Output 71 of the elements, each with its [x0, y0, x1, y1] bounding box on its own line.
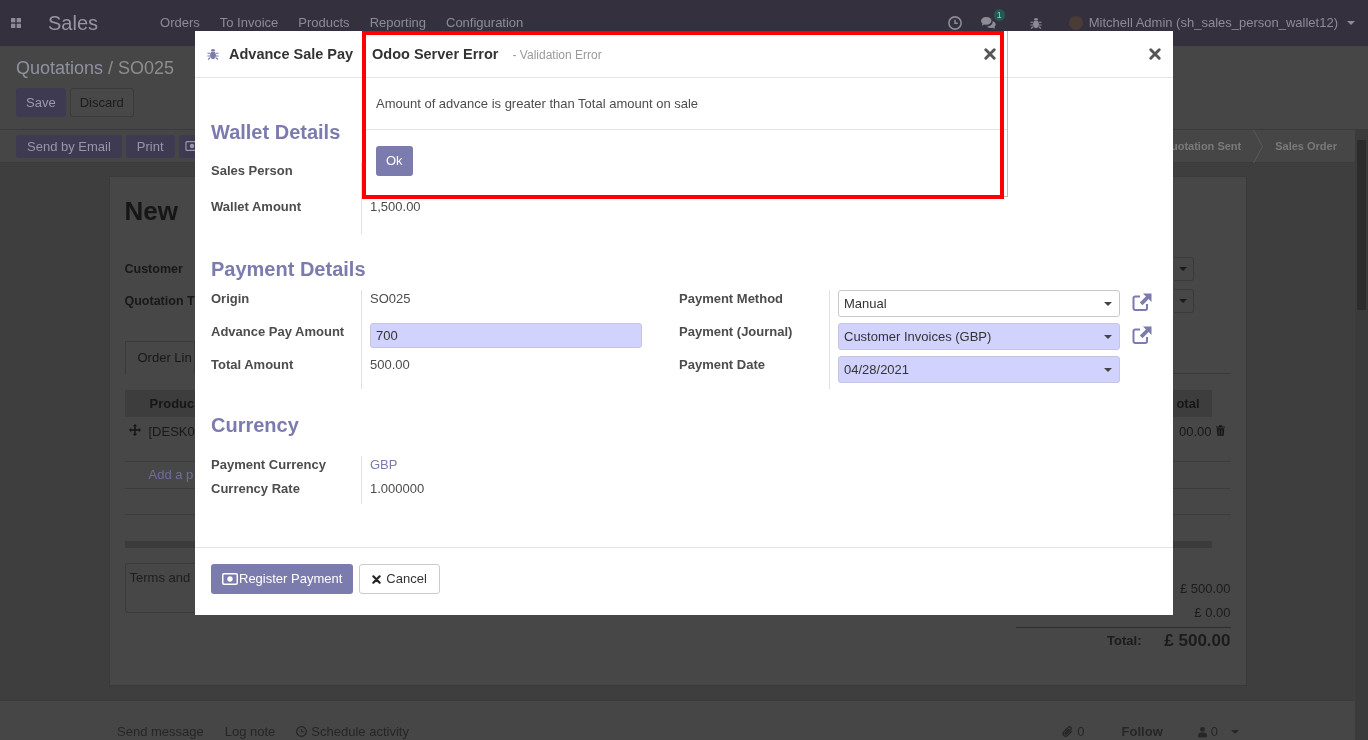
section-heading: Currency [211, 413, 299, 437]
field-value: SO025 [370, 290, 411, 308]
caret-icon [1179, 267, 1187, 271]
external-link-icon [1132, 326, 1152, 344]
close-button[interactable] [984, 48, 996, 60]
notification-count: 1 [993, 9, 1005, 21]
field-value: 500.00 [370, 356, 410, 374]
money-icon [222, 573, 238, 585]
chat-icon[interactable] [979, 16, 996, 30]
avatar-icon [1068, 16, 1083, 30]
clock-icon[interactable] [947, 16, 962, 30]
caret-icon [1104, 367, 1112, 372]
apps-menu-icon[interactable] [11, 18, 21, 28]
field-label: Currency Rate [211, 480, 301, 498]
caret-icon [1104, 301, 1112, 306]
caret-icon [1179, 299, 1187, 303]
error-message: Amount of advance is greater than Total amount on sale [376, 94, 699, 113]
move-handle-icon[interactable] [128, 424, 141, 436]
clock-icon [296, 726, 308, 737]
dialog-title: Advance Sale Pay [229, 45, 354, 63]
field-label: Advance Pay Amount [211, 323, 346, 341]
field-label: Payment Currency [211, 456, 327, 474]
open-record-link[interactable] [1132, 326, 1152, 344]
ok-button[interactable]: Ok [376, 146, 413, 176]
bug-icon[interactable] [1029, 17, 1042, 29]
action-button[interactable]: Send by Email [16, 134, 122, 158]
chevron-icon [1253, 129, 1264, 163]
app-name: Sales [48, 11, 99, 35]
menu-item[interactable]: Reporting [359, 14, 436, 32]
bug-icon [207, 48, 219, 60]
external-link-icon [1132, 293, 1152, 311]
caret-icon [1104, 334, 1112, 339]
field-label: Total Amount [211, 356, 295, 374]
caret-icon [1347, 21, 1355, 25]
close-icon [372, 574, 382, 584]
section-heading: Payment Details [211, 257, 366, 281]
breadcrumb-current: SO025 [118, 57, 175, 79]
field-label: Payment (Journal) [679, 323, 794, 341]
breadcrumb-link[interactable]: Quotations [16, 57, 104, 79]
field-label: Wallet Amount [211, 198, 303, 216]
field-value: 1.000000 [370, 480, 425, 498]
cancel-button[interactable]: Cancel [359, 564, 440, 594]
select-field[interactable]: Customer Invoices (GBP) [838, 323, 1120, 350]
save-button[interactable]: Save [16, 88, 66, 117]
trash-icon[interactable] [1215, 425, 1225, 436]
field-label: Sales Person [211, 162, 294, 180]
field-label: Payment Method [679, 290, 784, 308]
close-button[interactable] [1149, 48, 1161, 60]
select-field[interactable]: 04/28/2021 [838, 356, 1120, 383]
dialog-title: Odoo Server Error [372, 45, 499, 63]
menu-item[interactable]: Configuration [436, 14, 534, 32]
input-field[interactable]: 700 [370, 323, 642, 348]
close-icon [984, 48, 996, 60]
menu-item[interactable]: Orders [150, 14, 210, 32]
person-icon [1197, 725, 1207, 738]
menu-item[interactable]: To Invoice [209, 14, 289, 32]
dialog-subtitle: - Validation Error [512, 47, 602, 64]
close-icon [1149, 48, 1161, 60]
record-link[interactable]: GBP [370, 456, 398, 474]
field-value: 1,500.00 [370, 198, 421, 216]
field-label: Origin [211, 290, 251, 308]
open-record-link[interactable] [1132, 293, 1152, 311]
action-button[interactable]: Print [125, 134, 175, 158]
paperclip-icon [1062, 725, 1074, 738]
section-heading: Wallet Details [211, 120, 341, 144]
select-field[interactable]: Manual [838, 290, 1120, 317]
user-menu[interactable]: Mitchell Admin (sh_sales_person_wallet12) [1068, 14, 1355, 32]
breadcrumb-separator: / [108, 57, 114, 79]
menu-item[interactable]: Products [288, 14, 360, 32]
register-button[interactable]: Register Payment [211, 564, 354, 594]
field-label: Payment Date [679, 356, 766, 374]
